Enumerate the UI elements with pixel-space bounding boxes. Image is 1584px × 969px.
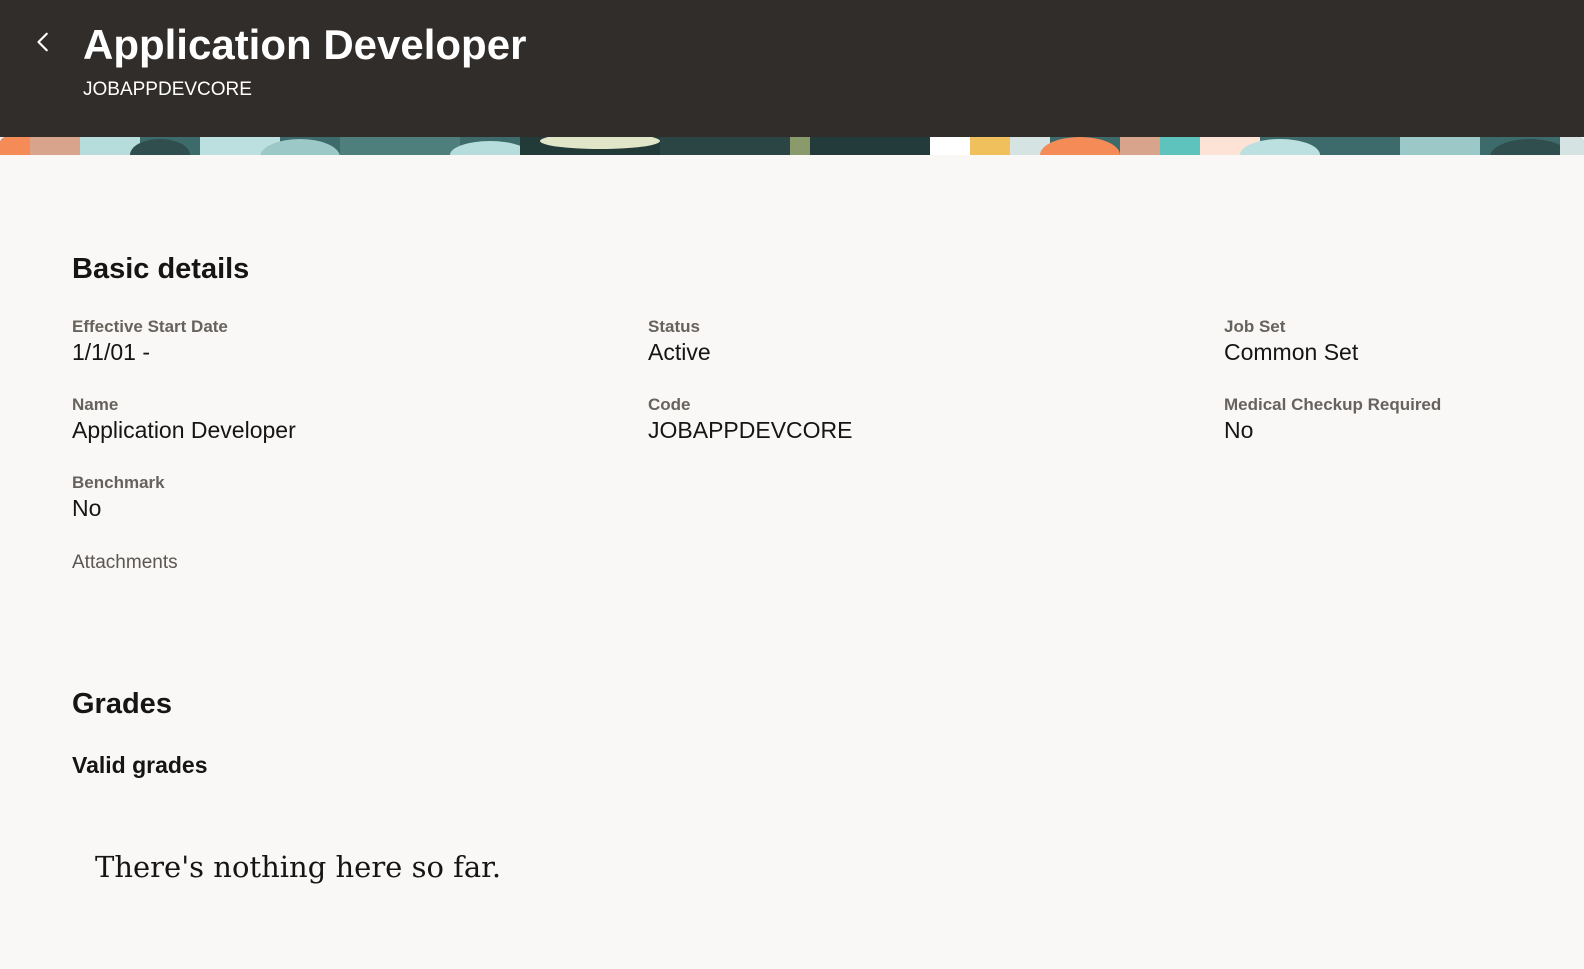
- name-field: Name Application Developer: [72, 395, 296, 444]
- field-label: Benchmark: [72, 473, 165, 492]
- status-field: Status Active: [648, 317, 711, 366]
- field-value: No: [1224, 417, 1254, 443]
- code-field: Code JOBAPPDEVCORE: [648, 395, 853, 444]
- page-title: Application Developer: [83, 21, 527, 68]
- page-content: Basic details Effective Start Date 1/1/0…: [0, 155, 1584, 969]
- medical-checkup-required-field: Medical Checkup Required No: [1224, 395, 1441, 444]
- field-label: Code: [648, 395, 691, 414]
- field-value: No: [72, 495, 102, 521]
- attachments-link[interactable]: Attachments: [72, 551, 178, 575]
- basic-details-heading: Basic details: [72, 253, 250, 285]
- valid-grades-heading: Valid grades: [72, 752, 208, 778]
- empty-state-message: There's nothing here so far.: [95, 850, 502, 884]
- field-value: Common Set: [1224, 339, 1359, 365]
- field-label: Name: [72, 395, 119, 414]
- back-button[interactable]: [24, 22, 64, 62]
- field-value: 1/1/01 -: [72, 339, 150, 365]
- banner-pattern-image: [0, 137, 1584, 155]
- page-subtitle: JOBAPPDEVCORE: [83, 79, 252, 100]
- effective-start-date-field: Effective Start Date 1/1/01 -: [72, 317, 228, 366]
- field-value: Active: [648, 339, 711, 365]
- grades-heading: Grades: [72, 688, 172, 720]
- field-label: Medical Checkup Required: [1224, 395, 1442, 414]
- field-value: Application Developer: [72, 417, 296, 443]
- field-label: Effective Start Date: [72, 317, 228, 336]
- field-label: Job Set: [1224, 317, 1286, 336]
- benchmark-field: Benchmark No: [72, 473, 165, 522]
- job-set-field: Job Set Common Set: [1224, 317, 1358, 366]
- field-label: Status: [648, 317, 700, 336]
- field-value: JOBAPPDEVCORE: [648, 417, 853, 443]
- page-header: Application Developer JOBAPPDEVCORE: [0, 0, 1584, 137]
- chevron-left-icon: [37, 32, 48, 52]
- decorative-banner: [0, 137, 1584, 155]
